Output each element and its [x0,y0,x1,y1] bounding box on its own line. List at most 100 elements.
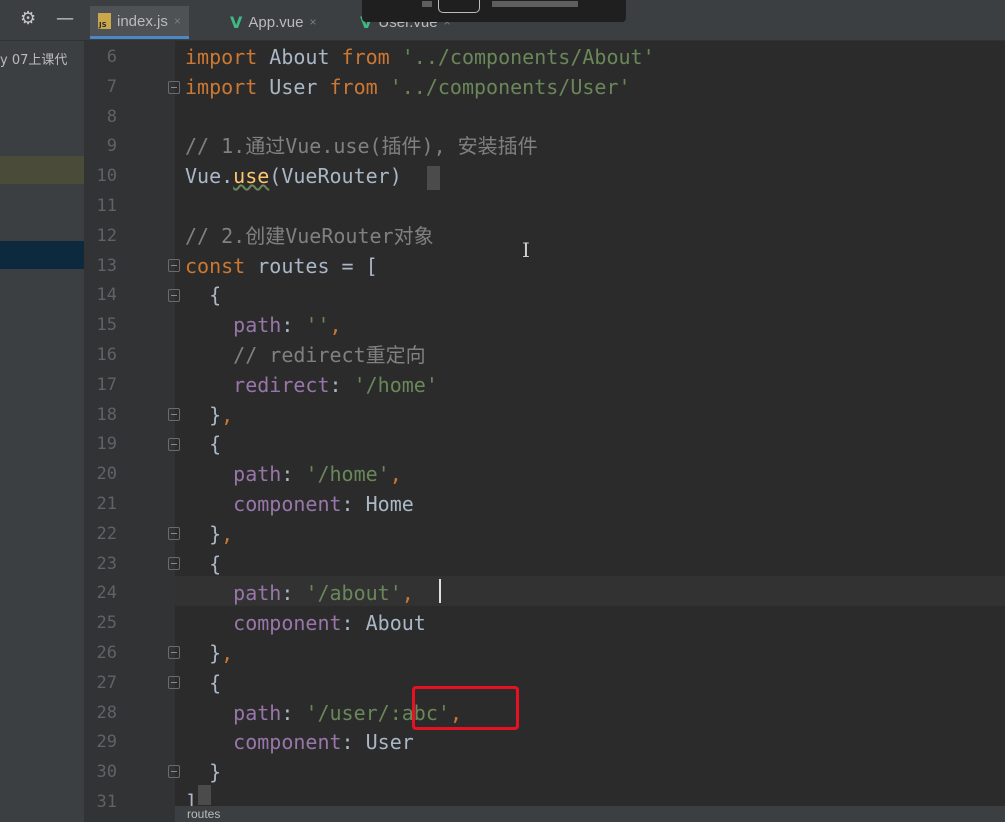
line-number: 14 [96,285,117,305]
bracket-match-highlight [427,166,440,190]
code-token: '../components/User' [389,75,631,99]
minus-icon[interactable]: — [56,8,74,30]
line-number: 28 [96,703,117,723]
code-token: } [185,641,222,665]
code-token: component [233,730,342,754]
code-token: : [281,462,306,486]
close-icon[interactable]: × [309,15,316,29]
code-token: } [185,403,222,427]
tab-app-vue[interactable]: V App.vue × [222,6,324,38]
breadcrumb-item[interactable]: routes [187,806,220,822]
code-line[interactable]: path: '', [185,310,341,340]
code-token: , [389,462,402,486]
code-token: : [281,701,306,725]
code-token: '/home' [353,373,438,397]
fold-marker-icon[interactable] [168,557,180,570]
sidebar-highlight-row[interactable] [0,156,84,184]
fold-marker-icon[interactable] [168,676,180,689]
line-number: 16 [96,345,117,365]
sidebar-selected-row[interactable] [0,241,84,269]
code-token: , [401,581,414,605]
code-token: { [185,432,222,456]
code-line[interactable]: }, [185,400,233,430]
fold-marker-icon[interactable] [168,527,180,540]
code-token: { [185,671,222,695]
line-number: 11 [96,196,117,216]
tab-index-js[interactable]: JS index.js × [90,6,189,39]
project-path[interactable]: y 07上课代 [0,49,67,68]
line-number: 19 [96,434,117,454]
gear-icon[interactable]: ⚙ [20,8,36,30]
code-token: '/home' [305,462,390,486]
code-line[interactable]: }, [185,638,233,668]
code-token: } [185,522,222,546]
fold-marker-icon[interactable] [168,646,180,659]
fold-marker-icon[interactable] [168,408,180,421]
code-token: // 2.创建VueRouter对象 [185,224,434,248]
line-number: 20 [96,464,117,484]
fold-marker-icon[interactable] [168,81,180,94]
code-line[interactable]: // 2.创建VueRouter对象 [185,221,434,251]
vue-icon: V [230,12,243,32]
code-token: from [341,45,390,69]
code-token: : Home [341,492,414,516]
code-line[interactable]: Vue.use(VueRouter) [185,161,402,191]
line-number: 7 [106,77,117,97]
fold-marker-icon[interactable] [168,259,180,272]
code-token: component [233,611,342,635]
code-token: Vue. [185,164,234,188]
code-line[interactable]: path: '/about', [185,578,414,608]
overlay-glyph [422,1,432,7]
code-line[interactable]: component: Home [185,489,414,519]
fold-marker-icon[interactable] [168,289,180,302]
code-token: redirect [233,373,330,397]
js-file-icon: JS [98,13,111,29]
line-number: 12 [96,226,117,246]
code-token: , [221,403,234,427]
fold-marker-icon[interactable] [168,438,180,451]
code-line[interactable]: { [185,549,221,579]
line-number: 23 [96,554,117,574]
code-token: from [329,75,378,99]
line-number: 21 [96,494,117,514]
close-icon[interactable]: × [174,14,181,28]
code-line[interactable]: // redirect重定向 [185,340,425,370]
line-number: 25 [96,613,117,633]
line-number: 30 [96,762,117,782]
code-line[interactable]: import About from '../components/About' [185,42,655,72]
fold-marker-icon[interactable] [168,765,180,778]
code-token: : User [341,730,414,754]
code-line[interactable]: }, [185,519,233,549]
code-token: path [233,701,282,725]
code-line[interactable]: const routes = [ [185,251,378,281]
code-token: : [281,313,306,337]
code-token: { [185,552,222,576]
code-line[interactable]: { [185,280,221,310]
line-number: 26 [96,643,117,663]
code-line[interactable]: component: About [185,608,426,638]
code-token: { [185,283,222,307]
code-token: const [185,254,246,278]
text-caret [439,579,441,603]
code-line[interactable]: redirect: '/home' [185,370,438,400]
code-token: routes = [ [245,254,378,278]
code-line[interactable]: { [185,668,221,698]
code-line[interactable]: import User from '../components/User' [185,72,631,102]
code-token: , [221,522,234,546]
code-token: : [281,581,306,605]
code-line[interactable]: // 1.通过Vue.use(插件), 安装插件 [185,131,538,161]
line-number: 18 [96,405,117,425]
line-number: 8 [106,107,117,127]
code-line[interactable]: } [185,757,221,787]
line-number: 9 [106,136,117,156]
mouse-ibeam-cursor: I [522,238,530,262]
line-number: 24 [96,583,117,603]
line-number: 10 [96,166,117,186]
code-line[interactable]: component: User [185,727,414,757]
code-line[interactable]: path: '/home', [185,459,402,489]
code-line[interactable]: { [185,429,221,459]
